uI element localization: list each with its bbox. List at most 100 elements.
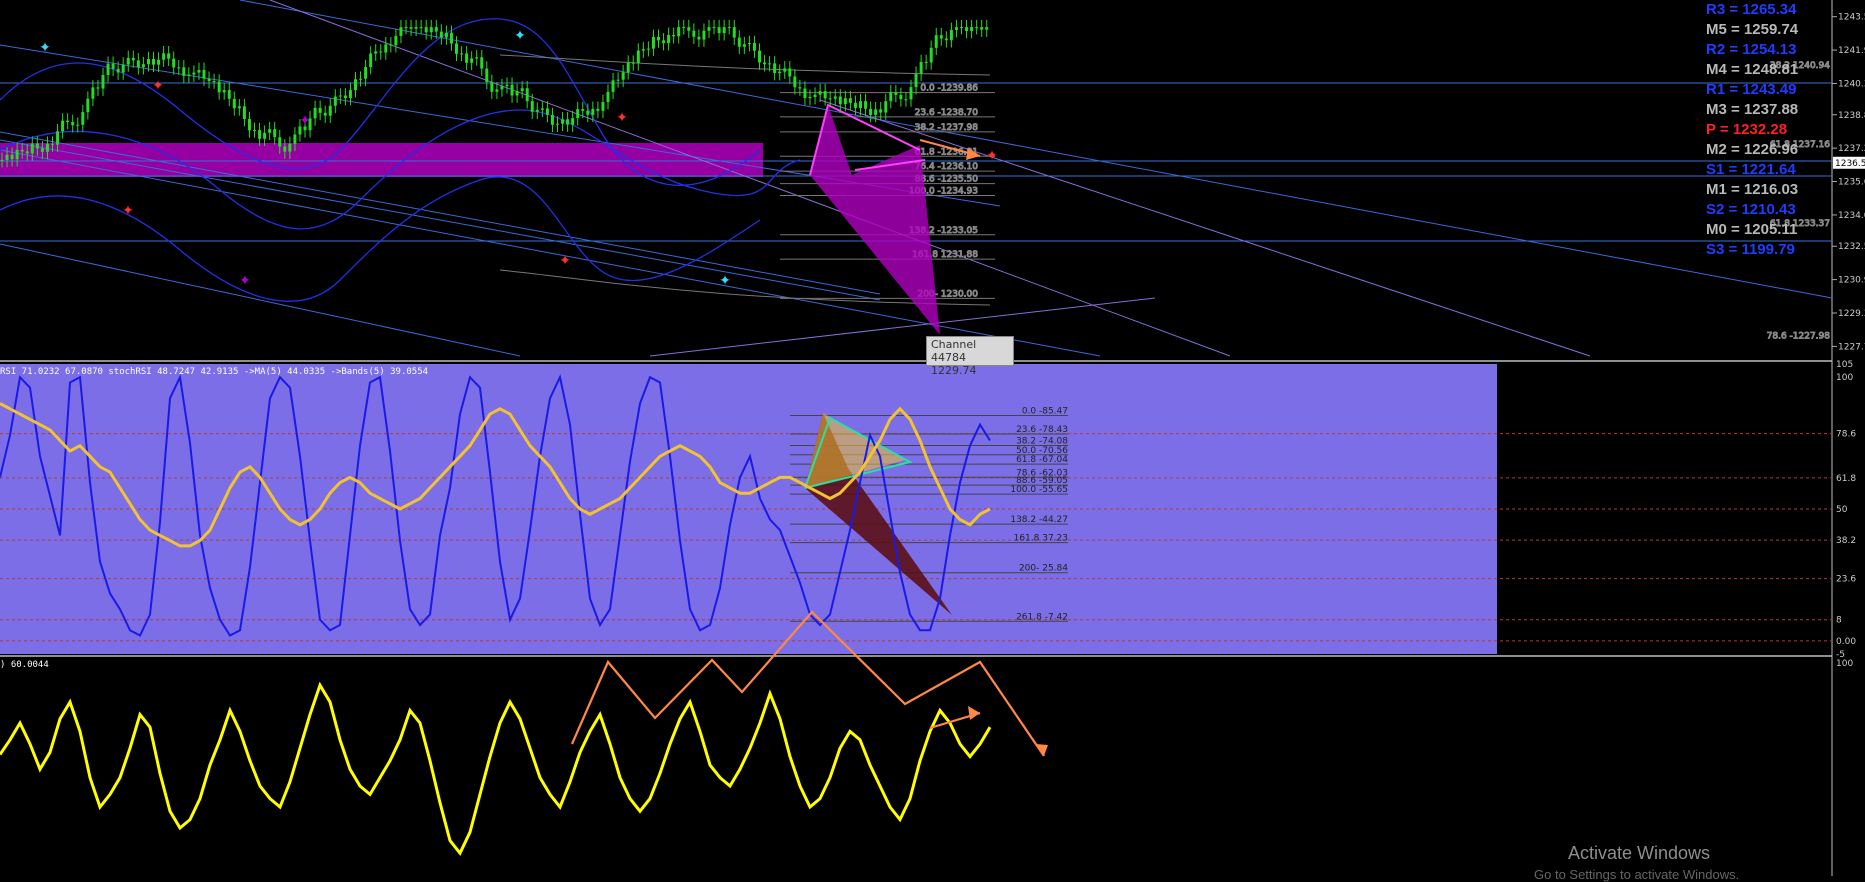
candle-body[interactable] — [520, 88, 524, 92]
candle-body[interactable] — [126, 57, 130, 65]
candle-body[interactable] — [202, 69, 206, 79]
candle-body[interactable] — [939, 35, 943, 39]
candle-body[interactable] — [460, 53, 464, 55]
candle-body[interactable] — [364, 67, 368, 79]
candle-body[interactable] — [929, 47, 933, 63]
candle-body[interactable] — [793, 76, 797, 88]
candle-body[interactable] — [192, 72, 196, 75]
candle-body[interactable] — [864, 101, 868, 109]
candle-body[interactable] — [328, 105, 332, 116]
candle-body[interactable] — [591, 108, 595, 115]
candle-body[interactable] — [283, 146, 287, 152]
candle-body[interactable] — [111, 63, 115, 69]
candle-body[interactable] — [182, 67, 186, 76]
candle-body[interactable] — [818, 91, 822, 95]
candle-body[interactable] — [35, 143, 39, 149]
candle-body[interactable] — [217, 81, 221, 93]
candle-body[interactable] — [687, 27, 691, 31]
candle-body[interactable] — [677, 27, 681, 37]
candle-body[interactable] — [470, 58, 474, 63]
candle-body[interactable] — [369, 53, 373, 68]
candle-body[interactable] — [227, 90, 231, 99]
candle-body[interactable] — [40, 148, 44, 152]
candle-body[interactable] — [379, 51, 383, 53]
candle-body[interactable] — [672, 34, 676, 37]
candle-body[interactable] — [106, 63, 110, 76]
candle-body[interactable] — [207, 78, 211, 82]
candle-body[interactable] — [318, 107, 322, 113]
candle-body[interactable] — [480, 57, 484, 69]
candle-body[interactable] — [157, 59, 161, 65]
candle-body[interactable] — [909, 87, 913, 100]
candle-body[interactable] — [152, 58, 155, 65]
candle-body[interactable] — [237, 106, 241, 109]
candle-body[interactable] — [399, 27, 403, 36]
candle-body[interactable] — [323, 112, 327, 116]
candle-body[interactable] — [30, 143, 34, 154]
candle-body[interactable] — [823, 91, 827, 99]
candle-body[interactable] — [788, 68, 792, 77]
candle-body[interactable] — [586, 110, 590, 115]
candle-body[interactable] — [853, 102, 857, 108]
candle-body[interactable] — [313, 107, 317, 119]
candle-body[interactable] — [404, 27, 408, 29]
candle-body[interactable] — [86, 98, 90, 113]
candle-body[interactable] — [813, 94, 817, 97]
candle-body[interactable] — [25, 151, 29, 154]
candle-body[interactable] — [717, 27, 721, 34]
candle-body[interactable] — [348, 90, 352, 99]
candle-body[interactable] — [985, 27, 989, 30]
candle-body[interactable] — [626, 62, 630, 73]
candle-body[interactable] — [566, 119, 570, 125]
candle-body[interactable] — [571, 118, 575, 125]
candle-body[interactable] — [561, 119, 565, 124]
candle-body[interactable] — [374, 51, 378, 54]
candle-body[interactable] — [535, 109, 539, 112]
candle-body[interactable] — [530, 101, 534, 112]
candle-body[interactable] — [768, 63, 772, 65]
candle-body[interactable] — [611, 80, 615, 92]
candle-body[interactable] — [833, 96, 837, 99]
candle-body[interactable] — [333, 96, 337, 106]
candle-body[interactable] — [242, 106, 246, 119]
candle-body[interactable] — [76, 124, 80, 126]
candle-body[interactable] — [550, 114, 554, 125]
candle-body[interactable] — [394, 35, 398, 46]
candle-body[interactable] — [167, 53, 171, 59]
candle-body[interactable] — [682, 27, 686, 29]
candle-body[interactable] — [545, 108, 549, 115]
candle-body[interactable] — [692, 30, 696, 37]
candle-body[interactable] — [505, 84, 509, 87]
candle-body[interactable] — [742, 44, 746, 47]
candle-body[interactable] — [0, 159, 4, 161]
candle-body[interactable] — [707, 27, 711, 31]
candle-body[interactable] — [429, 27, 433, 33]
candle-body[interactable] — [970, 27, 974, 32]
candle-body[interactable] — [475, 57, 479, 59]
candle-body[interactable] — [975, 27, 979, 29]
candle-body[interactable] — [268, 129, 272, 133]
candle-body[interactable] — [253, 130, 256, 132]
candle-body[interactable] — [737, 37, 741, 47]
candle-body[interactable] — [278, 137, 282, 147]
candle-body[interactable] — [848, 98, 852, 103]
candle-body[interactable] — [722, 27, 726, 34]
candle-body[interactable] — [162, 53, 166, 60]
candle-body[interactable] — [914, 73, 918, 88]
candle-body[interactable] — [263, 132, 267, 139]
candle-body[interactable] — [293, 134, 297, 144]
candle-body[interactable] — [732, 27, 736, 38]
candle-body[interactable] — [343, 95, 347, 99]
candle-body[interactable] — [934, 35, 938, 48]
candle-body[interactable] — [944, 38, 948, 41]
candle-body[interactable] — [828, 98, 832, 100]
candle-body[interactable] — [212, 81, 216, 83]
candle-body[interactable] — [894, 92, 898, 95]
candle-body[interactable] — [232, 98, 236, 109]
candle-body[interactable] — [960, 27, 963, 29]
candle-body[interactable] — [662, 40, 666, 44]
candle-body[interactable] — [773, 63, 777, 74]
candle-body[interactable] — [843, 98, 847, 105]
candle-body[interactable] — [136, 60, 140, 68]
candle-body[interactable] — [798, 87, 802, 89]
